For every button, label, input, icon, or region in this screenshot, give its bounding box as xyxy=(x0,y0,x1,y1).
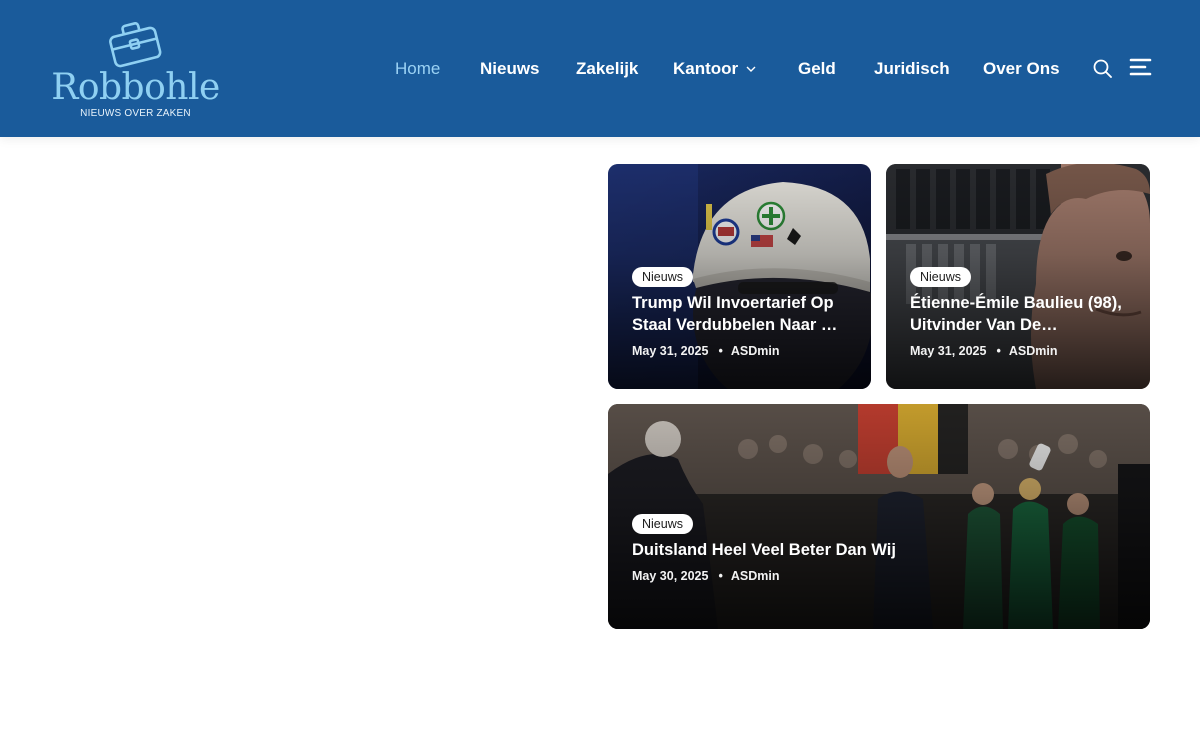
article-author[interactable]: ASDmin xyxy=(731,344,780,358)
article-meta: May 31, 2025 • ASDmin xyxy=(910,343,1130,359)
separator-dot: • xyxy=(718,344,723,358)
main-nav: Home Nieuws Zakelijk Kantoor Geld Juridi… xyxy=(0,0,1200,137)
article-title-line: Étienne-Émile Baulieu (98), xyxy=(910,294,1122,312)
article-title-line: Trump Wil Invoertarief Op xyxy=(632,294,834,312)
article-title[interactable]: Trump Wil Invoertarief Op Staal Verdubbe… xyxy=(632,292,851,336)
separator-dot: • xyxy=(718,569,723,583)
article-meta: May 30, 2025 • ASDmin xyxy=(632,568,1130,584)
article-date: May 31, 2025 xyxy=(910,344,987,358)
site-header: Robbohle NIEUWS OVER ZAKEN Home Nieuws Z… xyxy=(0,0,1200,137)
chevron-down-icon xyxy=(745,59,757,85)
article-title-line: Staal Verdubbelen Naar … xyxy=(632,316,838,334)
article-date: May 30, 2025 xyxy=(632,569,709,583)
menu-icon[interactable] xyxy=(1129,57,1153,79)
article-card[interactable]: Nieuws Duitsland Heel Veel Beter Dan Wij… xyxy=(608,404,1150,629)
category-badge[interactable]: Nieuws xyxy=(632,267,693,287)
article-author[interactable]: ASDmin xyxy=(731,569,780,583)
card-content: Nieuws Trump Wil Invoertarief Op Staal V… xyxy=(632,267,851,359)
search-icon[interactable] xyxy=(1092,58,1114,80)
nav-home[interactable]: Home xyxy=(395,58,440,80)
article-title-line: Duitsland Heel Veel Beter Dan Wij xyxy=(632,541,896,559)
article-title[interactable]: Étienne-Émile Baulieu (98), Uitvinder Va… xyxy=(910,292,1130,336)
article-meta: May 31, 2025 • ASDmin xyxy=(632,343,851,359)
nav-over-ons[interactable]: Over Ons xyxy=(983,58,1060,80)
article-title[interactable]: Duitsland Heel Veel Beter Dan Wij xyxy=(632,539,1130,561)
card-content: Nieuws Duitsland Heel Veel Beter Dan Wij… xyxy=(632,514,1130,584)
article-author[interactable]: ASDmin xyxy=(1009,344,1058,358)
nav-nieuws[interactable]: Nieuws xyxy=(480,58,540,80)
category-badge[interactable]: Nieuws xyxy=(632,514,693,534)
nav-juridisch[interactable]: Juridisch xyxy=(874,58,950,80)
card-content: Nieuws Étienne-Émile Baulieu (98), Uitvi… xyxy=(910,267,1130,359)
nav-kantoor-label: Kantoor xyxy=(673,59,739,78)
category-badge[interactable]: Nieuws xyxy=(910,267,971,287)
nav-kantoor[interactable]: Kantoor xyxy=(673,58,756,80)
nav-geld[interactable]: Geld xyxy=(798,58,836,80)
article-card[interactable]: Nieuws Trump Wil Invoertarief Op Staal V… xyxy=(608,164,871,389)
article-date: May 31, 2025 xyxy=(632,344,709,358)
article-card[interactable]: Nieuws Étienne-Émile Baulieu (98), Uitvi… xyxy=(886,164,1150,389)
nav-zakelijk[interactable]: Zakelijk xyxy=(576,58,638,80)
separator-dot: • xyxy=(996,344,1001,358)
article-title-line: Uitvinder Van De… xyxy=(910,316,1058,334)
